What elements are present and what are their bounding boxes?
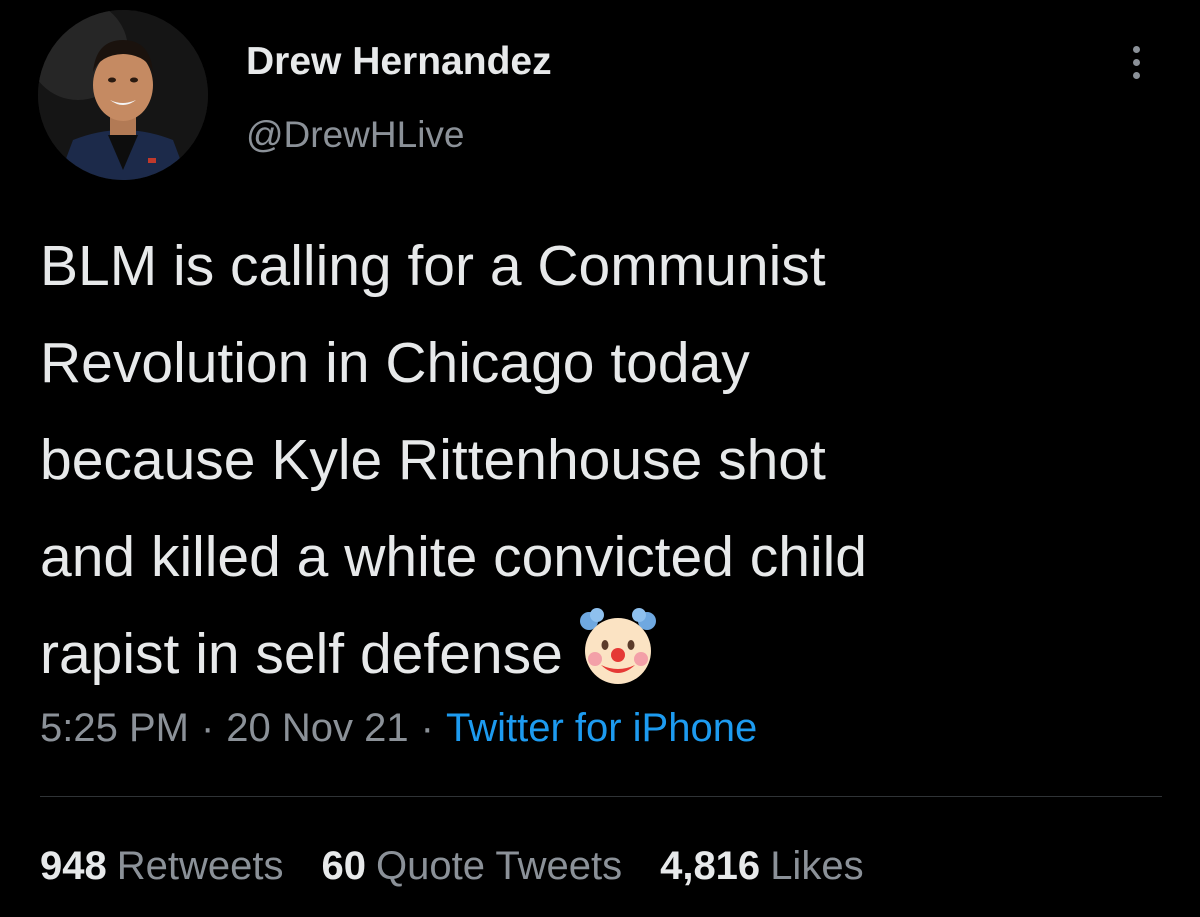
tweet-text-line: rapist in self defense [40, 622, 563, 686]
display-name[interactable]: Drew Hernandez [246, 38, 552, 86]
quote-tweets-count: 60 [321, 844, 367, 888]
retweets-count: 948 [40, 844, 107, 888]
more-options-button[interactable] [1118, 38, 1154, 86]
likes-count: 4,816 [660, 844, 761, 888]
meta-separator: · [420, 706, 434, 750]
quote-tweets-stat[interactable]: 60 Quote Tweets [322, 838, 623, 894]
tweet-text-line: BLM is calling for a Communist [40, 234, 826, 298]
meta-separator: · [200, 706, 215, 750]
tweet-metadata: 5:25 PM · 20 Nov 21 · Twitter for iPhone [40, 700, 757, 756]
tweet-time[interactable]: 5:25 PM [40, 706, 189, 750]
likes-stat[interactable]: 4,816 Likes [660, 838, 864, 894]
avatar[interactable] [38, 10, 208, 180]
tweet-date[interactable]: 20 Nov 21 [226, 706, 408, 750]
tweet-text-line: because Kyle Rittenhouse shot [40, 428, 826, 492]
more-vertical-icon-dot [1132, 58, 1140, 66]
tweet-text-line: and killed a white convicted child [40, 525, 867, 589]
more-vertical-icon-dot [1132, 71, 1140, 79]
retweets-stat[interactable]: 948 Retweets [40, 838, 284, 894]
tweet-detail: Drew Hernandez @DrewHLive BLM is calling… [0, 0, 1200, 917]
tweet-stats: 948 Retweets 60 Quote Tweets 4,816 Likes [40, 838, 902, 894]
quote-tweets-label: Quote Tweets [376, 844, 623, 888]
likes-label: Likes [770, 844, 864, 888]
tweet-source-link[interactable]: Twitter for iPhone [446, 706, 757, 750]
avatar-image [38, 10, 208, 180]
more-vertical-icon [1132, 45, 1140, 53]
tweet-text: BLM is calling for a Communist Revolutio… [40, 218, 1170, 717]
user-handle[interactable]: @DrewHLive [246, 112, 465, 158]
retweets-label: Retweets [116, 844, 284, 888]
tweet-text-line: Revolution in Chicago today [40, 331, 750, 395]
divider [40, 796, 1162, 797]
